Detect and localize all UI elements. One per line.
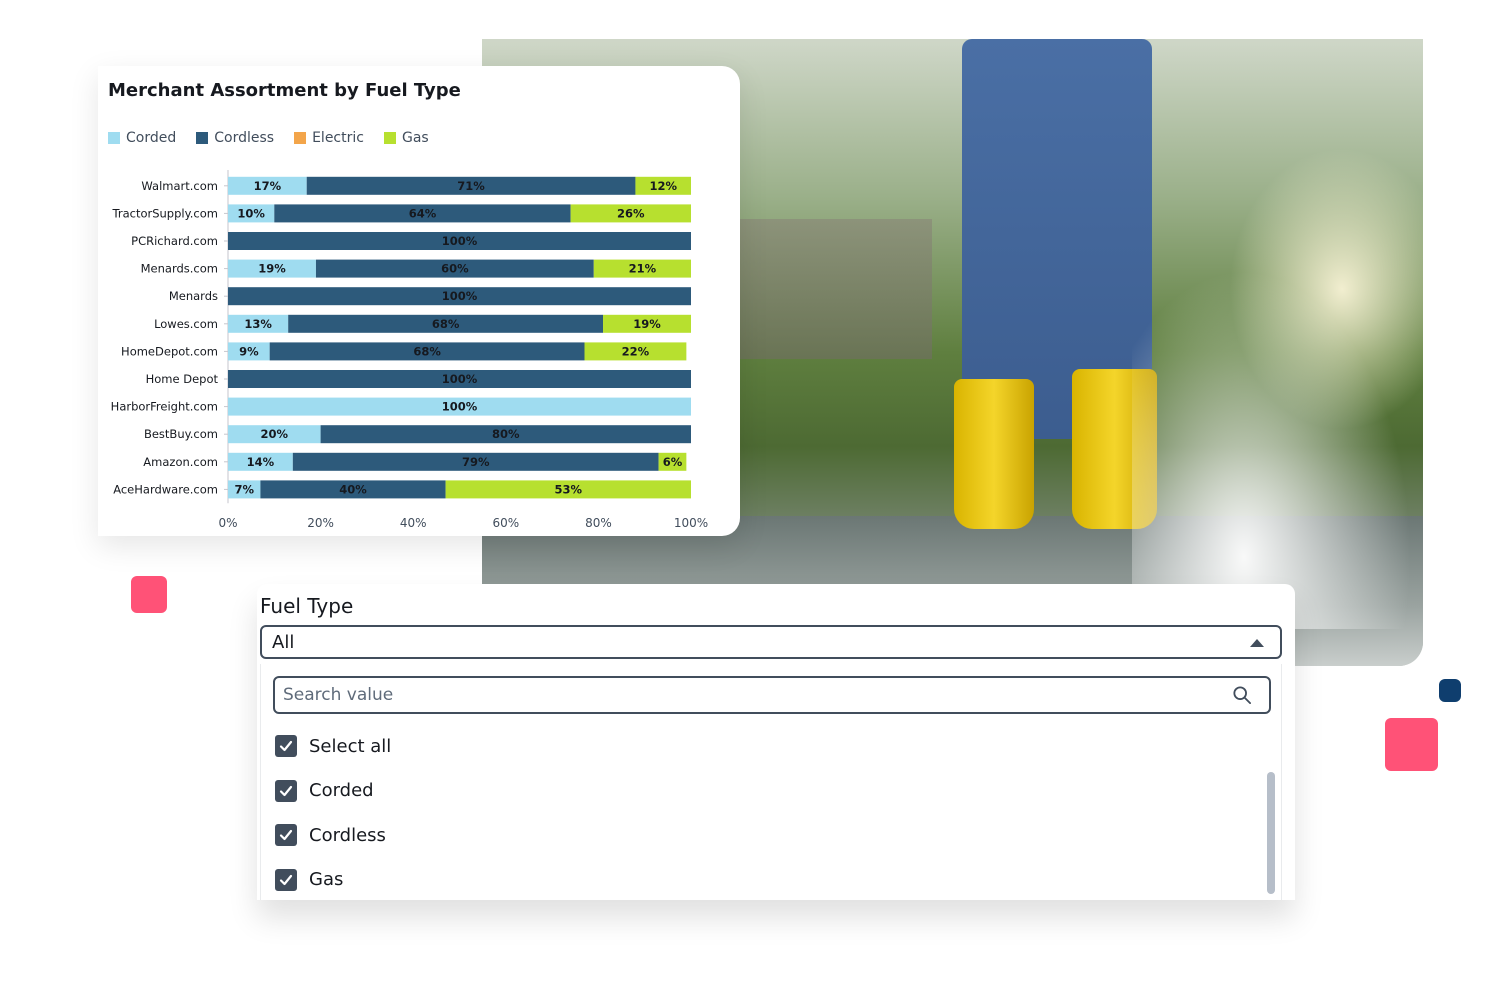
data-label: 7% [234,482,254,496]
data-label: 60% [441,262,469,276]
category-label: AceHardware.com [113,482,218,496]
fuel-type-selected-value: All [272,632,295,653]
data-label: 100% [442,400,478,414]
data-label: 80% [492,427,520,441]
category-label: Lowes.com [154,317,218,331]
category-label: Amazon.com [143,455,218,469]
legend-item-corded[interactable]: Corded [108,130,176,146]
data-label: 6% [663,455,683,469]
data-label: 26% [617,206,645,220]
photo-stone-wall [732,219,932,359]
data-label: 19% [258,262,286,276]
category-label: HomeDepot.com [121,344,218,358]
option-label: Corded [309,780,374,802]
checkbox-gas[interactable] [275,868,297,891]
x-tick-label: 40% [400,516,427,530]
photo-water-spray [1132,269,1412,629]
category-label: Menards.com [141,262,218,276]
decor-square-pink-right [1385,718,1438,771]
legend-label-corded: Corded [126,130,177,146]
chart-legend: Corded Cordless Electric Gas [108,130,429,146]
category-label: TractorSupply.com [112,206,218,220]
data-label: 68% [413,344,441,358]
option-gas[interactable]: Gas [275,858,1265,903]
legend-item-gas[interactable]: Gas [383,130,429,146]
legend-swatch-gas [383,132,396,144]
data-label: 68% [432,317,460,331]
fuel-type-label: Fuel Type [260,594,354,618]
data-label: 12% [649,179,677,193]
legend-swatch-corded [108,132,120,144]
option-label: Select all [309,735,392,757]
dropdown-scrollbar[interactable] [1267,772,1275,894]
data-label: 9% [239,344,259,358]
category-label: Home Depot [146,372,219,386]
legend-label-electric: Electric [312,130,364,146]
decor-square-pink-left [131,576,167,613]
fuel-type-dropdown-panel: Select all Corded Cordless Gas [260,664,1282,900]
category-label: Menards [169,289,218,303]
checkbox-select-all[interactable] [275,735,297,758]
data-label: 17% [254,179,282,193]
x-tick-label: 80% [585,516,612,530]
data-label: 21% [629,262,657,276]
legend-item-cordless[interactable]: Cordless [196,130,274,146]
data-label: 100% [442,372,478,386]
chart-card: Merchant Assortment by Fuel Type Corded … [98,66,740,536]
fuel-type-filter-card: Fuel Type All Select all Corded [257,584,1295,900]
chart-title: Merchant Assortment by Fuel Type [108,80,461,101]
legend-swatch-electric [294,132,307,144]
caret-up-icon [1250,639,1264,647]
option-label: Gas [309,869,344,891]
data-label: 100% [442,289,478,303]
category-label: BestBuy.com [144,427,218,441]
checkbox-cordless[interactable] [275,824,297,847]
x-tick-label: 0% [218,516,237,530]
option-corded[interactable]: Corded [275,769,1265,814]
category-label: Walmart.com [141,179,218,193]
x-tick-label: 100% [674,516,708,530]
option-select-all[interactable]: Select all [275,724,1265,769]
check-icon [279,741,293,752]
data-label: 40% [339,482,367,496]
x-tick-label: 60% [492,516,519,530]
data-label: 71% [457,179,485,193]
stacked-bar-chart: Walmart.com 17% 71% 12% TractorSupply.com 10%… [111,170,708,530]
option-cordless[interactable]: Cordless [275,813,1265,858]
data-label: 22% [622,344,650,358]
data-label: 19% [633,317,661,331]
fuel-type-select[interactable]: All [260,625,1282,659]
legend-label-cordless: Cordless [214,130,275,146]
check-icon [279,785,293,796]
data-label: 100% [442,234,478,248]
category-label: PCRichard.com [131,234,218,248]
search-input[interactable] [273,676,1271,714]
decor-square-navy [1439,679,1461,702]
search-icon [1233,686,1251,704]
options-list: Select all Corded Cordless Gas [275,724,1265,902]
data-label: 53% [555,482,583,496]
data-label: 20% [261,427,289,441]
option-label: Cordless [309,824,386,846]
data-label: 10% [237,206,265,220]
photo-yellow-boot-left [954,379,1034,529]
check-icon [279,830,293,841]
data-label: 14% [247,455,275,469]
check-icon [279,874,293,885]
category-label: HarborFreight.com [111,400,218,414]
legend-swatch-cordless [196,132,209,144]
data-label: 64% [409,206,437,220]
data-label: 79% [462,455,490,469]
x-tick-label: 20% [307,516,334,530]
data-label: 13% [244,317,272,331]
checkbox-corded[interactable] [275,779,297,802]
legend-item-electric[interactable]: Electric [294,130,364,146]
legend-label-gas: Gas [401,130,429,146]
